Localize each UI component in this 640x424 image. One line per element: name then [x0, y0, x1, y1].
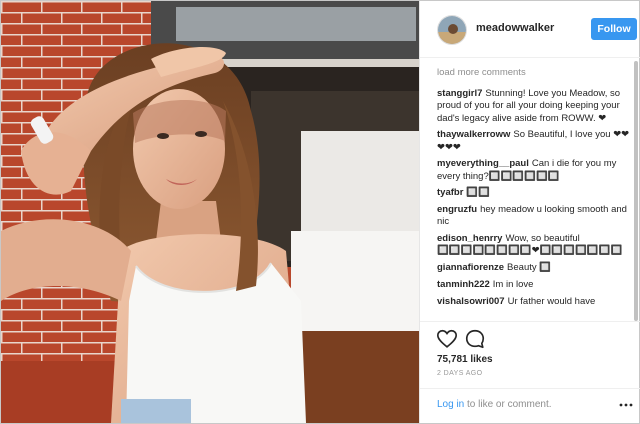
comment-item: tanminh222 Im in love	[437, 279, 635, 291]
comment-item: thaywalkerroww So Beautiful, I love you ❤…	[437, 129, 635, 153]
comment-item: giannafiorenze Beauty 🔲	[437, 262, 635, 274]
post-username[interactable]: meadowwalker	[476, 22, 554, 34]
load-more-comments-link[interactable]: load more comments	[437, 67, 635, 79]
comment-username[interactable]: edison_henrry	[437, 233, 502, 244]
comment-item: edison_henrry Wow, so beautiful 🔲🔲🔲🔲🔲🔲🔲🔲❤…	[437, 233, 635, 257]
post-sidebar: meadowwalker Follow load more comments s…	[419, 1, 640, 423]
speech-bubble-icon[interactable]	[464, 328, 486, 350]
post-header: meadowwalker Follow	[420, 1, 640, 58]
comment-username[interactable]: vishalsowri007	[437, 296, 505, 307]
follow-button[interactable]: Follow	[591, 18, 637, 40]
avatar-image	[438, 16, 466, 44]
comment-item: tyafbr 🔲🔲	[437, 187, 635, 199]
comment-button-glyph	[465, 329, 485, 349]
comment-username[interactable]: myeverything__paul	[437, 158, 529, 169]
comment-text: 🔲🔲	[466, 187, 491, 199]
likes-count[interactable]: 75,781 likes	[437, 354, 493, 365]
photo-illustration	[1, 1, 419, 423]
comment-item: vishalsowri007 Ur father would have	[437, 296, 635, 308]
comments-list: load more comments stanggirl7 Stunning! L…	[437, 67, 635, 321]
comment-text: Ur father would have	[507, 295, 596, 307]
comment-text: Beauty 🔲	[507, 262, 552, 274]
login-bar: Log in to like or comment.	[420, 388, 640, 422]
comment-username[interactable]: engruzfu	[437, 204, 477, 215]
comment-username[interactable]: tanminh222	[437, 279, 490, 290]
avatar[interactable]	[437, 15, 467, 45]
comment-text: Im in love	[492, 279, 534, 290]
like-button-glyph	[437, 329, 457, 348]
comment-item: stanggirl7 Stunning! Love you Meadow, so …	[437, 88, 635, 125]
comment-username[interactable]: tyafbr	[437, 187, 463, 198]
login-prompt-text: to like or comment.	[464, 399, 552, 410]
login-prompt: Log in to like or comment.	[437, 399, 552, 410]
comment-item: engruzfu hey meadow u looking smooth and …	[437, 204, 635, 228]
post-timestamp: 2 DAYS AGO	[437, 370, 483, 377]
comment-username[interactable]: giannafiorenze	[437, 262, 504, 273]
more-options-glyph	[619, 403, 633, 407]
more-options-icon[interactable]	[618, 398, 634, 412]
comment-username[interactable]: thaywalkerroww	[437, 129, 510, 140]
heart-outline-icon[interactable]	[436, 328, 458, 350]
comment-item: myeverything__paul Can i die for you my e…	[437, 158, 635, 182]
login-link[interactable]: Log in	[437, 399, 464, 410]
post-photo	[1, 1, 419, 423]
comment-username[interactable]: stanggirl7	[437, 88, 482, 99]
